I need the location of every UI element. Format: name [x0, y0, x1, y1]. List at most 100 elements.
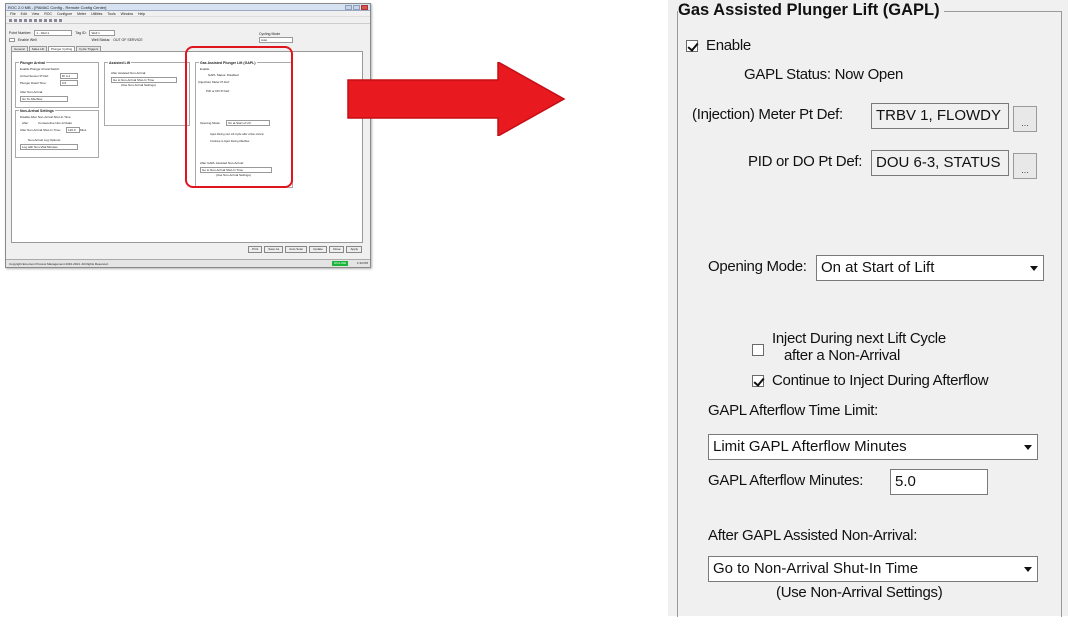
- window-title-bar: ROC 2.0 MB - [PAMAC Config - Remote Conf…: [6, 4, 370, 11]
- menu-configure[interactable]: Configure: [57, 12, 72, 16]
- copy-icon[interactable]: [34, 18, 37, 22]
- auto-scan-button[interactable]: Auto Scan: [285, 246, 308, 253]
- cycling-mode-group: Cycling Mode Auto: [259, 32, 293, 43]
- plunger-dwell-input[interactable]: 0.0: [60, 80, 78, 86]
- shutin-input[interactable]: 120.0: [66, 127, 80, 133]
- chevron-down-icon[interactable]: [1025, 256, 1043, 280]
- afterflow-time-limit-label: GAPL Afterflow Time Limit:: [708, 402, 879, 419]
- log-options-select[interactable]: Log with Non-Vital Minutes: [20, 144, 78, 150]
- toolbar: [6, 17, 370, 24]
- meter-pt-def-label: (Injection) Meter Pt Def:: [692, 106, 843, 123]
- menu-meter[interactable]: Meter: [77, 12, 86, 16]
- save-as-button[interactable]: Save As: [264, 246, 284, 253]
- shutin-label: After Non-Arrival Shut-In Time:: [20, 128, 61, 132]
- status-time: 1:33 PM: [356, 261, 368, 265]
- well-row: Enable Well Well Status: OUT OF SERVICE: [9, 38, 143, 42]
- continue-inject-label: Continue to Inject During Afterflow: [772, 372, 989, 389]
- refresh-icon[interactable]: [54, 18, 57, 22]
- plunger-dwell-label: Plunger Dwell Time:: [20, 81, 47, 85]
- afterflow-minutes-label: GAPL Afterflow Minutes:: [708, 472, 864, 489]
- menu-tools[interactable]: Tools: [107, 12, 115, 16]
- status-text: Copyright Emerson Process Management 201…: [9, 261, 109, 266]
- print-button[interactable]: Print: [248, 246, 263, 253]
- menu-file[interactable]: File: [10, 12, 16, 16]
- after-label: After: [22, 121, 29, 125]
- cycling-mode-label: Cycling Mode: [259, 32, 281, 36]
- enable-arrival-switch[interactable]: Enable Plunger Arrival Switch: [20, 67, 59, 71]
- meter-browse-button[interactable]: ...: [1013, 106, 1037, 132]
- tag-input[interactable]: Well 1: [89, 30, 116, 36]
- pid-pt-def-field[interactable]: DOU 6-3, STATUS: [871, 150, 1009, 176]
- menu-roc[interactable]: ROC: [44, 12, 52, 16]
- update-button[interactable]: Update: [309, 246, 327, 253]
- red-arrow-icon: [347, 62, 566, 136]
- chevron-down-icon[interactable]: [1019, 435, 1037, 459]
- meter-pt-def-field[interactable]: TRBV 1, FLOWDY: [871, 103, 1009, 129]
- assisted-lift-group: Assisted Lift After Assisted Non-Arrival…: [104, 61, 190, 126]
- menu-utilities[interactable]: Utilities: [91, 12, 102, 16]
- menu-help[interactable]: Help: [138, 12, 145, 16]
- well-status-label: Well Status:: [91, 38, 111, 42]
- minimize-icon[interactable]: [345, 5, 352, 10]
- menu-edit[interactable]: Edit: [21, 12, 27, 16]
- plunger-arrival-group: Plunger Arrival Enable Plunger Arrival S…: [15, 61, 99, 108]
- enable-well-checkbox[interactable]: [9, 38, 15, 42]
- inject-next-cycle-checkbox[interactable]: [752, 344, 764, 356]
- print-icon[interactable]: [24, 18, 27, 22]
- opening-mode-value: On at Start of Lift: [821, 259, 935, 276]
- gapl-status-text: GAPL Status: Now Open: [744, 66, 904, 83]
- inject-next-cycle-label-1: Inject During next Lift Cycle: [772, 330, 946, 347]
- assisted-lift-title: Assisted Lift: [108, 61, 132, 65]
- inject-next-cycle-label-2: after a Non-Arrival: [784, 347, 901, 364]
- maximize-icon[interactable]: [353, 5, 360, 10]
- disable-shutin-checkbox[interactable]: Disable After Non-Arrival Shut-In Time: [20, 115, 71, 119]
- after-nonarrival-select[interactable]: Go to Non-Arrival Shut-In Time: [708, 556, 1038, 582]
- plunger-arrival-title: Plunger Arrival: [19, 61, 46, 65]
- point-number-select[interactable]: 1 - Well 1: [34, 30, 73, 36]
- close-icon[interactable]: [361, 5, 368, 10]
- help-icon[interactable]: [59, 18, 62, 22]
- online-indicator: ON-LINE: [332, 261, 348, 266]
- gapl-group-title: Gas Assisted Plunger Lift (GAPL): [678, 1, 944, 20]
- use-nonarrival-settings-note: (Use Non-Arrival Settings): [776, 584, 943, 601]
- apply-button[interactable]: Apply: [346, 246, 362, 253]
- close-button[interactable]: Close: [328, 246, 345, 253]
- chevron-down-icon[interactable]: [1019, 557, 1037, 581]
- continue-inject-checkbox[interactable]: [752, 375, 764, 387]
- highlight-rounded-rectangle: [185, 46, 293, 188]
- point-number-label: Point Number:: [9, 31, 32, 35]
- after-arrival-select[interactable]: Go To Afterflow: [20, 96, 68, 102]
- opening-mode-label: Opening Mode:: [708, 258, 807, 275]
- enable-label: Enable: [706, 37, 751, 54]
- afterflow-minutes-input[interactable]: 5.0: [890, 469, 988, 495]
- cut-icon[interactable]: [29, 18, 32, 22]
- after-nonarrival-value: Go to Non-Arrival Shut-In Time: [713, 560, 919, 577]
- enable-well-label: Enable Well: [18, 38, 37, 42]
- enable-checkbox[interactable]: [686, 40, 698, 52]
- disconnect-icon[interactable]: [49, 18, 52, 22]
- dialog-buttons: Print Save As Auto Scan Update Close App…: [248, 246, 362, 253]
- cycling-mode-select[interactable]: Auto: [259, 37, 293, 43]
- open-icon[interactable]: [14, 18, 17, 22]
- shutin-unit: Mins: [80, 128, 87, 132]
- arrival-sensor-input[interactable]: DI 4-1: [60, 73, 78, 79]
- connect-icon[interactable]: [44, 18, 47, 22]
- tag-label: Tag ID:: [75, 31, 87, 35]
- pid-pt-def-label: PID or DO Pt Def:: [748, 153, 863, 170]
- window-controls: [345, 5, 368, 10]
- afterflow-time-limit-value: Limit GAPL Afterflow Minutes: [713, 438, 907, 455]
- pid-browse-button[interactable]: ...: [1013, 153, 1037, 179]
- menu-window[interactable]: Window: [121, 12, 133, 16]
- save-icon[interactable]: [19, 18, 22, 22]
- consecutive-label: Consecutive Non-Arrivals: [38, 121, 72, 125]
- opening-mode-select[interactable]: On at Start of Lift: [816, 255, 1044, 281]
- non-arrival-group: Non-Arrival Settings Disable After Non-A…: [15, 109, 99, 158]
- menu-view[interactable]: View: [32, 12, 40, 16]
- window-title: ROC 2.0 MB - [PAMAC Config - Remote Conf…: [8, 4, 107, 10]
- log-options-label: Non-Arrival Log Options:: [28, 138, 61, 142]
- paste-icon[interactable]: [39, 18, 42, 22]
- new-icon[interactable]: [9, 18, 12, 22]
- assisted-after-label: After Assisted Non-Arrival:: [111, 71, 147, 75]
- afterflow-time-limit-select[interactable]: Limit GAPL Afterflow Minutes: [708, 434, 1038, 460]
- after-nonarrival-label: After GAPL Assisted Non-Arrival:: [708, 527, 918, 544]
